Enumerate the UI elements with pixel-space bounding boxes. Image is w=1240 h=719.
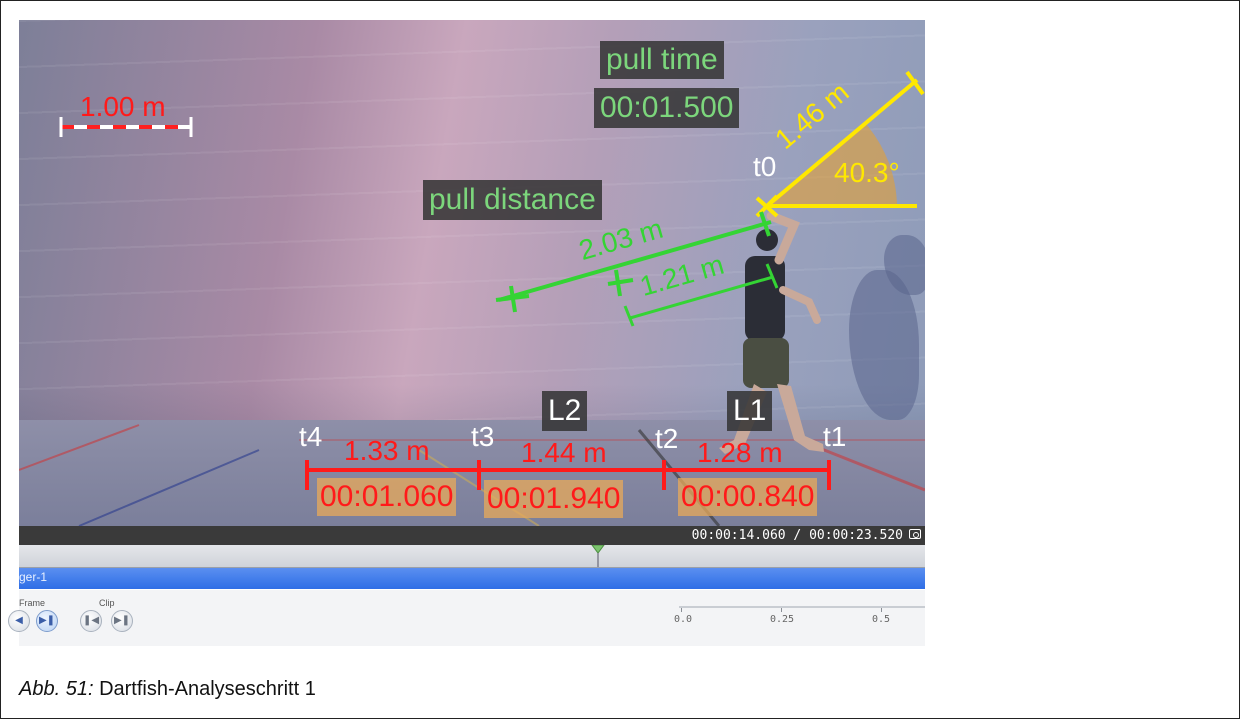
pull-distance-title: pull distance: [423, 180, 602, 220]
camera-icon[interactable]: [909, 529, 921, 539]
caption-prefix: Abb. 51:: [19, 678, 94, 700]
t0-marker-label: t0: [753, 151, 777, 182]
segment-t2-t1-distance: 1.28 m: [697, 437, 783, 468]
figure-caption: Abb. 51: Dartfish-Analyseschritt 1: [19, 676, 316, 702]
pull-time-value: 00:01.500: [594, 88, 740, 128]
clip-end-button[interactable]: ▶❚: [111, 610, 133, 632]
segment-t3-t2-time: 00:01.940: [484, 480, 624, 518]
angle-value-label: 40.3°: [834, 157, 900, 188]
speed-label-05: 0.5: [871, 614, 891, 625]
speed-tick: [681, 608, 682, 612]
clip-track[interactable]: ger-1: [19, 568, 925, 589]
speed-slider[interactable]: [679, 606, 925, 608]
t4-marker-label: t4: [299, 421, 323, 452]
t2-marker-label: t2: [655, 423, 679, 454]
caption-text: Dartfish-Analyseschritt 1: [93, 678, 316, 700]
segment-t4-t3-distance: 1.33 m: [344, 435, 430, 466]
t1-marker-label: t1: [823, 421, 847, 452]
timeline-scrubber[interactable]: [19, 545, 925, 568]
video-status-bar: 00:00:14.060 / 00:00:23.520: [19, 526, 925, 545]
segment-t4-t3-time: 00:01.060: [317, 478, 457, 516]
speed-tick: [781, 608, 782, 612]
timecode-display: 00:00:14.060 / 00:00:23.520: [691, 528, 903, 543]
frame-caption: Frame: [19, 598, 46, 608]
segment-t3-t2-distance: 1.44 m: [521, 437, 607, 468]
pull-time-title: pull time: [600, 41, 724, 79]
L2-marker: L2: [542, 391, 588, 431]
clip-start-button[interactable]: ❚◀: [80, 610, 102, 632]
speed-label-025: 0.25: [769, 614, 795, 625]
scale-bar-label: 1.00 m: [80, 91, 166, 122]
next-frame-button[interactable]: ▶❚: [36, 610, 58, 632]
clip-caption: Clip: [99, 598, 115, 608]
video-frame[interactable]: 1.00 m pull time 00:01.500 pull distance…: [19, 20, 925, 526]
segment-t2-t1-time: 00:00.840: [678, 478, 818, 516]
t3-marker-label: t3: [471, 421, 495, 452]
speed-label-0: 0.0: [673, 614, 693, 625]
L1-marker: L1: [727, 391, 773, 431]
speed-tick: [881, 608, 882, 612]
previous-frame-button[interactable]: ◀: [8, 610, 30, 632]
playhead-marker-icon[interactable]: [591, 545, 605, 567]
playback-controls: Frame Clip ◀ ▶❚ ❚◀ ▶❚ 0.0 0.25 0.5: [8, 590, 925, 646]
track-name: ger-1: [19, 570, 48, 584]
